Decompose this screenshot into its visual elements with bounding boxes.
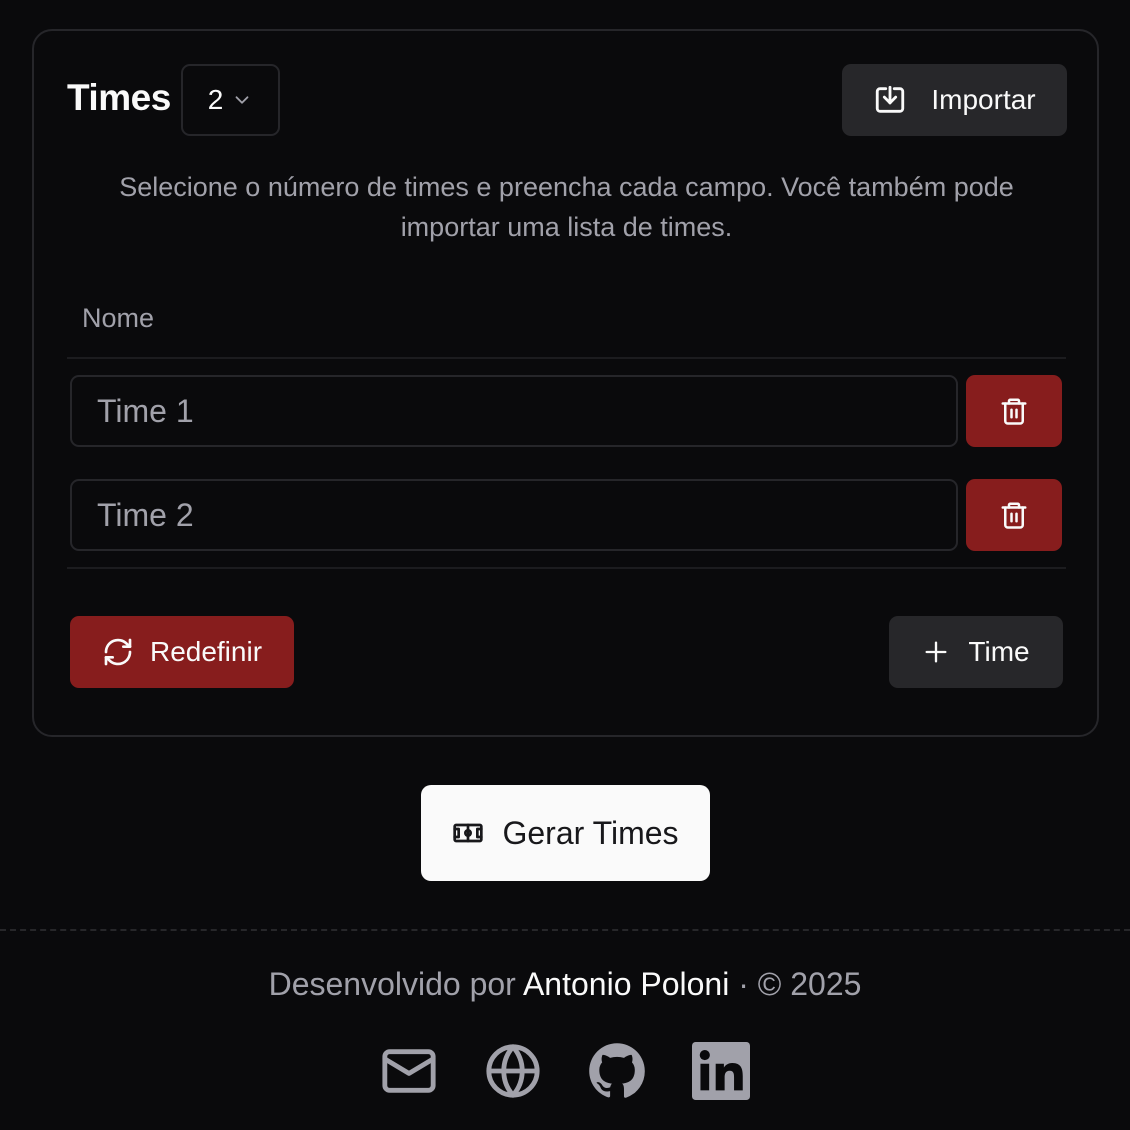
author-name[interactable]: Antonio Poloni xyxy=(523,966,729,1002)
team-count-value: 2 xyxy=(207,84,224,115)
website-link[interactable] xyxy=(484,1042,542,1100)
refresh-icon xyxy=(104,638,132,666)
team-count-select[interactable]: 2 xyxy=(181,64,280,136)
import-button-label: Importar xyxy=(931,84,1036,115)
delete-team-button[interactable] xyxy=(966,375,1062,447)
import-icon xyxy=(876,85,905,113)
footer-credits: Desenvolvido por Antonio Poloni · © 2025 xyxy=(0,966,1130,1003)
generate-teams-button-label: Gerar Times xyxy=(502,814,679,851)
reset-button-label: Redefinir xyxy=(149,636,263,667)
globe-icon xyxy=(486,1044,540,1098)
soccer-field-icon xyxy=(453,823,484,843)
team-row xyxy=(70,375,1065,447)
table-divider-top xyxy=(67,357,1066,359)
add-team-button[interactable]: Time xyxy=(889,616,1063,688)
github-link[interactable] xyxy=(588,1042,646,1100)
plus-icon xyxy=(925,641,947,663)
chevron-down-icon xyxy=(235,96,249,104)
team-row xyxy=(70,479,1065,551)
trash-icon xyxy=(1001,398,1027,425)
table-divider-bottom xyxy=(67,567,1066,569)
linkedin-link[interactable] xyxy=(692,1042,750,1100)
team-name-input[interactable] xyxy=(70,375,958,447)
import-button[interactable]: Importar xyxy=(842,64,1067,136)
github-icon xyxy=(589,1043,645,1098)
reset-button[interactable]: Redefinir xyxy=(70,616,294,688)
add-team-button-label: Time xyxy=(968,636,1030,667)
linkedin-icon xyxy=(692,1042,750,1100)
card-description: Selecione o número de times e preencha c… xyxy=(119,172,1014,242)
card-title: Times xyxy=(67,77,171,118)
teams-card: Times 2 Importar Selecione o número de t… xyxy=(32,29,1099,737)
footer-divider xyxy=(0,929,1130,931)
team-name-input[interactable] xyxy=(70,479,958,551)
mail-link[interactable] xyxy=(380,1042,438,1100)
delete-team-button[interactable] xyxy=(966,479,1062,551)
column-header-name: Nome xyxy=(82,303,155,333)
generate-teams-button[interactable]: Gerar Times xyxy=(421,785,710,881)
trash-icon xyxy=(1001,502,1027,529)
mail-icon xyxy=(382,1049,436,1093)
footer-prefix: Desenvolvido por xyxy=(268,966,523,1002)
footer-suffix: · © 2025 xyxy=(729,966,862,1002)
